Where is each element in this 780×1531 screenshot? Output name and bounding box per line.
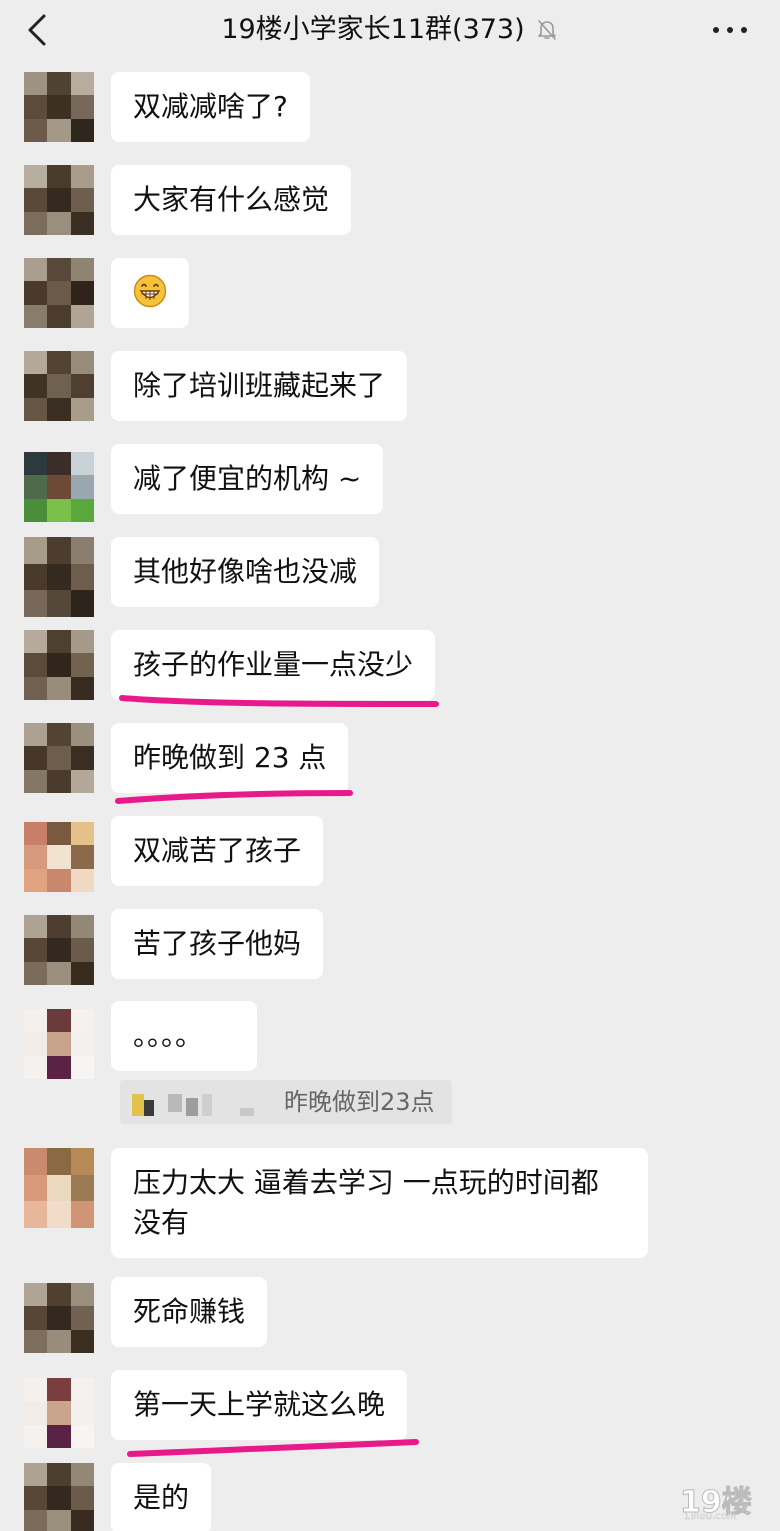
chat-title-row: 19楼小学家长11群(373): [0, 10, 780, 50]
message-bubble[interactable]: 第一天上学就这么晚: [111, 1370, 408, 1440]
chat-header: 19楼小学家长11群(373): [0, 0, 780, 62]
bell-slash-icon: [537, 20, 556, 40]
message-bubble[interactable]: 昨晚做到 23 点: [111, 723, 349, 793]
blurred-sender-name: [132, 1094, 254, 1116]
message-bubble[interactable]: 其他好像啥也没减: [111, 537, 380, 607]
message-bubble[interactable]: 苦了孩子他妈: [111, 909, 324, 979]
message-bubble[interactable]: [111, 258, 189, 328]
message-text: 减了便宜的机构 ~: [133, 462, 362, 495]
grin-face-emoji: [133, 274, 167, 308]
message-bubble[interactable]: 是的: [111, 1463, 212, 1531]
message-text: 大家有什么感觉: [133, 183, 330, 216]
avatar[interactable]: [24, 1009, 94, 1079]
message-text: 除了培训班藏起来了: [133, 369, 386, 402]
avatar[interactable]: [24, 1378, 94, 1448]
avatar[interactable]: [24, 630, 94, 700]
message-text: 是的: [133, 1481, 190, 1514]
watermark-domain: 19lou.com: [684, 1511, 737, 1522]
avatar[interactable]: [24, 72, 94, 142]
message-text: 昨晚做到 23 点: [133, 741, 327, 774]
message-text: 苦了孩子他妈: [133, 927, 302, 960]
message-text: 双减苦了孩子: [133, 834, 302, 867]
more-dots-icon[interactable]: [710, 18, 750, 42]
message-text: 双减减啥了?: [133, 90, 288, 123]
message-text: 第一天上学就这么晚: [133, 1388, 386, 1421]
chat-title: 19楼小学家长11群(373): [221, 14, 525, 45]
avatar[interactable]: [24, 1283, 94, 1353]
message-bubble[interactable]: 孩子的作业量一点没少: [111, 630, 436, 700]
avatar[interactable]: [24, 452, 94, 522]
message-text: 其他好像啥也没减: [133, 555, 358, 588]
message-text: 压力太大 逼着去学习 一点玩的时间都没有: [133, 1166, 599, 1239]
message-bubble[interactable]: 。。。。: [111, 1001, 257, 1071]
avatar[interactable]: [24, 1463, 94, 1531]
message-text: 孩子的作业量一点没少: [133, 648, 414, 681]
avatar[interactable]: [24, 1148, 94, 1228]
message-bubble[interactable]: 除了培训班藏起来了: [111, 351, 408, 421]
message-bubble[interactable]: 压力太大 逼着去学习 一点玩的时间都没有: [111, 1148, 648, 1258]
avatar[interactable]: [24, 258, 94, 328]
site-watermark: 19楼 19lou.com: [680, 1477, 760, 1523]
avatar[interactable]: [24, 822, 94, 892]
quoted-text: 昨晚做到23点: [284, 1088, 435, 1116]
message-bubble[interactable]: 死命赚钱: [111, 1277, 268, 1347]
message-bubble[interactable]: 双减苦了孩子: [111, 816, 324, 886]
message-text: 。。。。: [133, 1019, 204, 1052]
avatar[interactable]: [24, 915, 94, 985]
avatar[interactable]: [24, 723, 94, 793]
message-bubble[interactable]: 双减减啥了?: [111, 72, 310, 142]
message-bubble[interactable]: 大家有什么感觉: [111, 165, 352, 235]
avatar[interactable]: [24, 351, 94, 421]
message-text: 死命赚钱: [133, 1295, 246, 1328]
message-bubble[interactable]: 减了便宜的机构 ~: [111, 444, 384, 514]
avatar[interactable]: [24, 165, 94, 235]
quoted-reply[interactable]: 昨晚做到23点: [120, 1080, 452, 1124]
avatar[interactable]: [24, 537, 94, 617]
